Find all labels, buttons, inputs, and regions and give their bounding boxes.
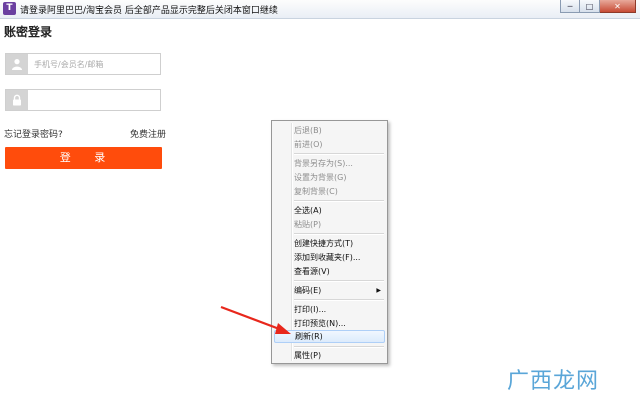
watermark: 广西龙网 — [507, 369, 600, 394]
annotation-arrow-icon — [220, 305, 291, 334]
